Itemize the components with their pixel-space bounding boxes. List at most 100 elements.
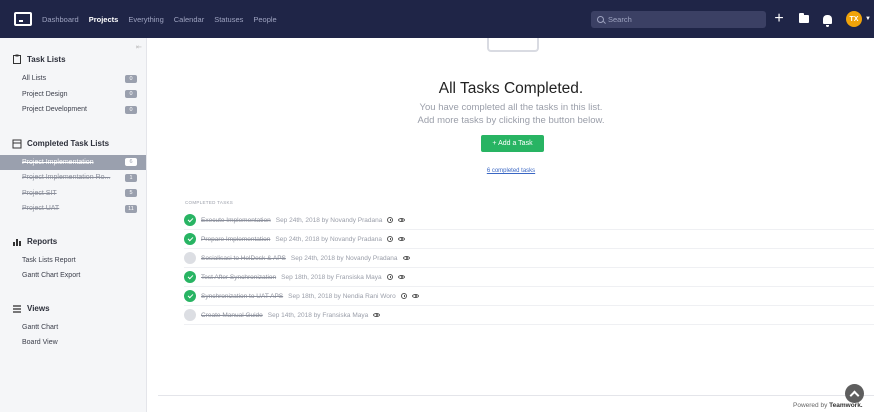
nav-item-people[interactable]: People	[253, 15, 276, 24]
views-list: Gantt Chart Board View	[0, 320, 146, 351]
sidebar-completed-item-1[interactable]: Project Implementation Ro... 1	[0, 170, 146, 186]
task-meta: Sep 14th, 2018 by Fransiska Maya	[267, 311, 369, 319]
clock-icon[interactable]	[386, 274, 393, 280]
completed-lists-title: Completed Task Lists	[27, 139, 110, 148]
empty-state-text-2: Add more tasks by clicking the button be…	[417, 115, 605, 126]
sidebar-report-task-lists-report[interactable]: Task Lists Report	[0, 253, 146, 269]
collapse-sidebar-icon[interactable]: ⇤	[136, 43, 142, 51]
eye-icon[interactable]	[402, 256, 410, 260]
completed-tasks-link[interactable]: 6 completed tasks	[148, 168, 874, 174]
reports-list: Task Lists Report Gantt Chart Export	[0, 253, 146, 284]
count-badge: 0	[125, 90, 137, 99]
task-row[interactable]: Synchronization to UAT APS Sep 18th, 2018…	[184, 287, 874, 306]
sidebar: ⇤ Task Lists All Lists 0 Project Design 0 Pr…	[0, 38, 147, 412]
reports-title: Reports	[27, 237, 58, 246]
sidebar-item-project-design[interactable]: Project Design 0	[0, 87, 146, 103]
powered-prefix: Powered by	[793, 402, 828, 409]
task-row[interactable]: Create Manual Guide Sep 14th, 2018 by Fra…	[184, 306, 874, 325]
nav-item-dashboard[interactable]: Dashboard	[42, 15, 79, 24]
task-lists: All Lists 0 Project Design 0 Project Develop…	[0, 71, 146, 118]
task-name[interactable]: Test After Synchronization	[201, 274, 276, 281]
count-badge: 0	[125, 105, 137, 114]
views-title: Views	[27, 304, 50, 313]
task-meta: Sep 24th, 2018 by Novandy Pradana	[290, 254, 398, 262]
top-icons: + TX ▼	[773, 9, 871, 29]
sidebar-view-board-view[interactable]: Board View	[0, 335, 146, 351]
task-row[interactable]: Test After Synchronization Sep 18th, 2018…	[184, 268, 874, 287]
task-meta: Sep 24th, 2018 by Novandy Pradana	[275, 235, 382, 243]
scroll-to-top-button[interactable]	[845, 384, 864, 403]
completed-check-icon[interactable]	[184, 233, 196, 245]
completed-tasks-header: COMPLETED TASKS	[185, 200, 234, 205]
task-row[interactable]: Sosialisasi to HelDesk & APS Sep 24th, 20…	[184, 249, 874, 268]
eye-icon[interactable]	[397, 237, 405, 241]
sidebar-view-gantt-chart-label: Gantt Chart	[22, 323, 59, 331]
search-input[interactable]	[608, 15, 758, 24]
notifications-bell-icon[interactable]	[823, 14, 832, 27]
clipboard-icon	[13, 54, 21, 64]
task-name[interactable]: Synchronization to UAT APS	[201, 293, 283, 300]
chevron-down-icon[interactable]: ▼	[865, 16, 871, 22]
nav-item-everything[interactable]: Everything	[128, 15, 163, 24]
nav-item-statuses[interactable]: Statuses	[214, 15, 243, 24]
clock-icon[interactable]	[386, 236, 393, 242]
sidebar-item-project-development[interactable]: Project Development 0	[0, 102, 146, 118]
list-icon	[13, 304, 21, 313]
sidebar-completed-item-0[interactable]: Project Implementation 6	[0, 154, 146, 170]
task-name[interactable]: Prepare Implementation	[201, 236, 270, 243]
count-badge: 0	[125, 74, 137, 83]
sidebar-completed-item-3[interactable]: Project UAT 11	[0, 201, 146, 217]
sidebar-view-gantt-chart[interactable]: Gantt Chart	[0, 320, 146, 336]
count-badge: 5	[125, 189, 137, 198]
task-row[interactable]: Execute Implementation Sep 24th, 2018 by …	[184, 211, 874, 230]
task-lists-title: Task Lists	[27, 54, 66, 64]
check-placeholder-icon[interactable]	[184, 309, 196, 321]
clock-icon[interactable]	[400, 293, 407, 299]
count-badge: 11	[125, 204, 137, 213]
eye-icon[interactable]	[373, 313, 381, 317]
task-meta: Sep 18th, 2018 by Fransiska Maya	[281, 273, 382, 281]
folder-icon[interactable]	[799, 13, 809, 23]
bar-chart-icon	[13, 238, 21, 246]
eye-icon[interactable]	[411, 294, 419, 298]
completed-check-icon[interactable]	[184, 214, 196, 226]
user-avatar[interactable]: TX	[846, 11, 862, 27]
task-row[interactable]: Prepare Implementation Sep 24th, 2018 by …	[184, 230, 874, 249]
task-meta: Sep 18th, 2018 by Nendia Rani Woro	[288, 292, 396, 300]
add-task-button[interactable]: + Add a Task	[481, 135, 544, 152]
sidebar-completed-item-1-label: Project Implementation Ro...	[22, 174, 111, 182]
footer-divider	[158, 395, 874, 396]
sidebar-item-all-lists[interactable]: All Lists 0	[0, 71, 146, 87]
task-name[interactable]: Create Manual Guide	[201, 312, 263, 319]
task-lists-header: Task Lists	[0, 52, 146, 66]
sidebar-item-all-lists-label: All Lists	[22, 75, 47, 83]
search-icon	[597, 16, 604, 23]
eye-icon[interactable]	[398, 218, 406, 222]
sidebar-report-gantt-chart-export[interactable]: Gantt Chart Export	[0, 268, 146, 284]
nav-item-projects[interactable]: Projects	[89, 15, 119, 24]
sidebar-completed-item-3-label: Project UAT	[22, 205, 60, 213]
completed-check-icon[interactable]	[184, 290, 196, 302]
top-navbar: Dashboard Projects Everything Calendar Statu…	[0, 0, 874, 38]
task-name[interactable]: Sosialisasi to HelDesk & APS	[201, 255, 286, 262]
check-placeholder-icon[interactable]	[184, 252, 196, 264]
nav-item-calendar[interactable]: Calendar	[174, 15, 204, 24]
task-name[interactable]: Execute Implementation	[201, 217, 271, 224]
search-box[interactable]	[591, 11, 766, 28]
eye-icon[interactable]	[397, 275, 405, 279]
add-icon[interactable]: +	[773, 9, 785, 29]
powered-brand[interactable]: Teamwork.	[829, 402, 862, 409]
sidebar-completed-item-2[interactable]: Project SIT 5	[0, 186, 146, 202]
views-header: Views	[0, 302, 146, 316]
empty-state-text-1: You have completed all the tasks in this…	[419, 102, 603, 113]
powered-by: Powered by Teamwork.	[793, 402, 863, 409]
sidebar-report-task-lists-report-label: Task Lists Report	[22, 256, 76, 264]
sidebar-completed-item-2-label: Project SIT	[22, 189, 57, 197]
main-content: All Tasks Completed. You have completed …	[148, 38, 874, 412]
app-logo-icon[interactable]	[14, 12, 32, 26]
empty-state-illustration	[487, 38, 539, 52]
completed-check-icon[interactable]	[184, 271, 196, 283]
page-title: All Tasks Completed.	[438, 80, 584, 97]
archive-icon	[12, 139, 22, 148]
clock-icon[interactable]	[387, 217, 394, 223]
